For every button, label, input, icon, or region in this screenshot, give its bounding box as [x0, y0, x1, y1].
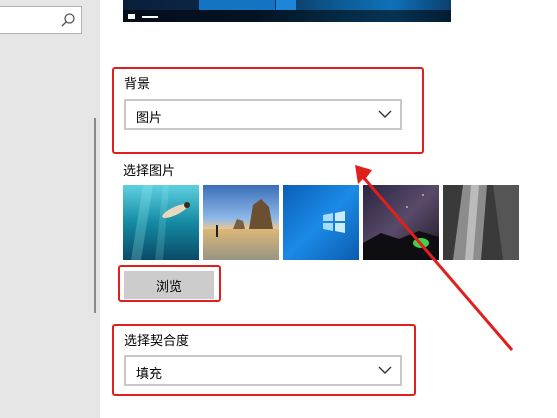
start-icon: [128, 14, 135, 19]
search-icon: [61, 13, 75, 27]
picture-thumbnail-3[interactable]: [283, 185, 359, 260]
sidebar-scrollbar[interactable]: [94, 118, 96, 313]
fit-highlight-box: [112, 324, 416, 396]
picture-thumbnail-5[interactable]: [443, 185, 519, 260]
night-sky-image: [363, 185, 439, 260]
picture-thumbnail-4[interactable]: [363, 185, 439, 260]
picture-thumbnail-1[interactable]: [123, 185, 199, 260]
choose-picture-label: 选择图片: [123, 164, 176, 179]
picture-thumbnail-2[interactable]: [203, 185, 279, 260]
search-input[interactable]: [0, 6, 82, 34]
sidebar: [0, 0, 100, 418]
waterfall-rock-image: [443, 185, 519, 260]
background-highlight-box: [112, 67, 424, 154]
browse-highlight-box: [118, 265, 221, 302]
desktop-preview: [123, 0, 451, 22]
sea-stack-image: [203, 185, 279, 260]
underwater-image: [123, 185, 199, 260]
windows-logo-image: [283, 185, 359, 260]
